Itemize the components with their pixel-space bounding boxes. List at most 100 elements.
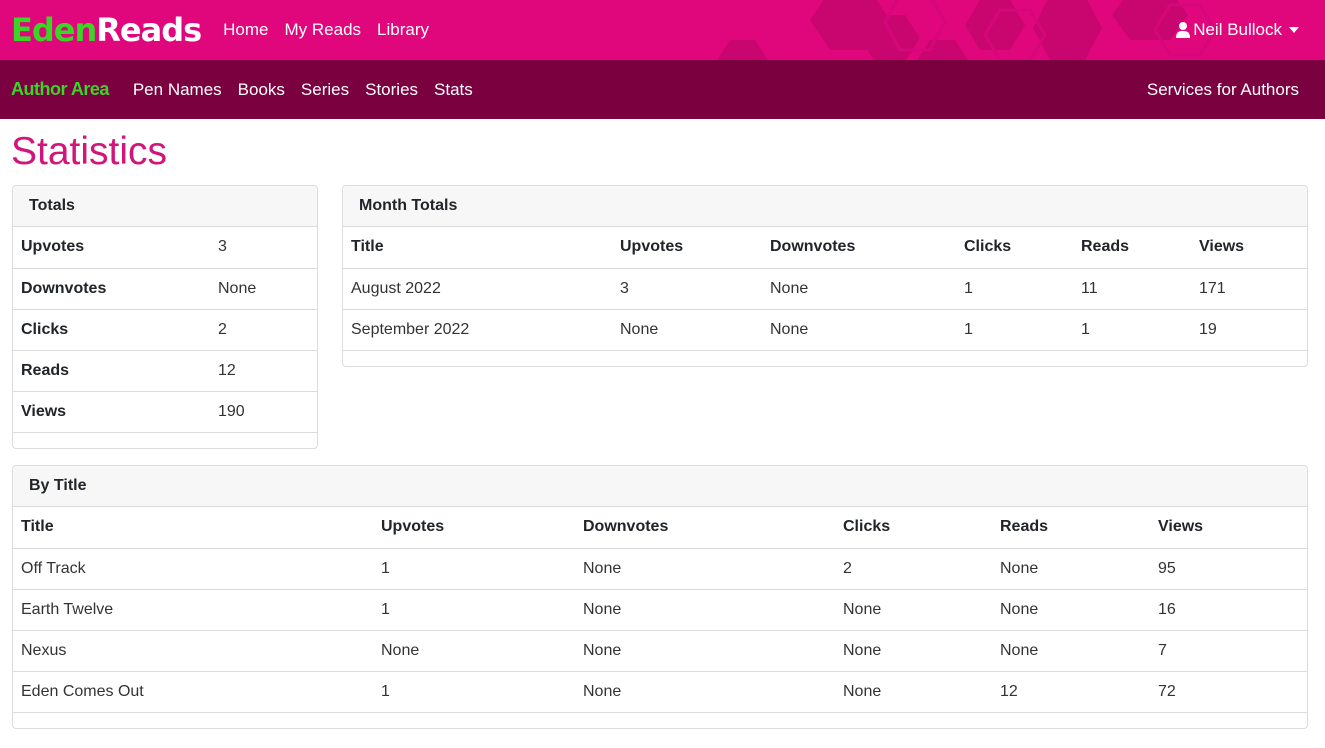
cell: 1 <box>373 589 575 631</box>
cell: September 2022 <box>343 309 612 351</box>
cell: Earth Twelve <box>13 589 373 631</box>
author-area-title[interactable]: Author Area <box>11 79 109 100</box>
cell: None <box>992 548 1150 590</box>
cell: Off Track <box>13 548 373 590</box>
caret-down-icon <box>1289 27 1299 33</box>
nav-books[interactable]: Books <box>238 80 285 100</box>
column-header: Title <box>343 227 612 269</box>
by-title-table: Title Upvotes Downvotes Clicks Reads Vie… <box>13 507 1307 713</box>
totals-label: Clicks <box>13 309 210 351</box>
table-row: Earth Twelve 1 None None None 16 <box>13 589 1307 631</box>
cell: Nexus <box>13 630 373 672</box>
cell: Eden Comes Out <box>13 671 373 713</box>
cell: 1 <box>956 268 1073 310</box>
cell: None <box>373 630 575 672</box>
user-menu[interactable]: Neil Bullock <box>1176 0 1299 60</box>
cell: 1 <box>1073 309 1191 351</box>
nav-stats[interactable]: Stats <box>434 80 473 100</box>
totals-label: Views <box>13 391 210 433</box>
table-header-row: Title Upvotes Downvotes Clicks Reads Vie… <box>343 227 1307 269</box>
by-title-card: By Title Title Upvotes Downvotes Clicks … <box>12 465 1308 729</box>
column-header: Clicks <box>835 507 992 549</box>
author-nav: Pen Names Books Series Stories Stats <box>133 80 489 100</box>
month-totals-table: Title Upvotes Downvotes Clicks Reads Vie… <box>343 227 1307 351</box>
cell: None <box>762 309 956 351</box>
table-row: Eden Comes Out 1 None None 12 72 <box>13 671 1307 713</box>
totals-value: 190 <box>210 391 317 433</box>
cell: 95 <box>1150 548 1307 590</box>
table-row: Views 190 <box>13 391 317 433</box>
cell: None <box>575 548 835 590</box>
cell: None <box>835 589 992 631</box>
cell: 1 <box>956 309 1073 351</box>
totals-value: 12 <box>210 350 317 392</box>
column-header: Title <box>13 507 373 549</box>
nav-stories[interactable]: Stories <box>365 80 418 100</box>
column-header: Downvotes <box>575 507 835 549</box>
table-row: Downvotes None <box>13 268 317 310</box>
cell: August 2022 <box>343 268 612 310</box>
by-title-header: By Title <box>13 466 1307 507</box>
column-header: Downvotes <box>762 227 956 269</box>
cell: 19 <box>1191 309 1307 351</box>
cell: None <box>575 671 835 713</box>
totals-value: 2 <box>210 309 317 351</box>
author-navbar: Author Area Pen Names Books Series Stori… <box>0 60 1325 119</box>
cell: None <box>612 309 762 351</box>
table-row: Clicks 2 <box>13 309 317 351</box>
column-header: Reads <box>992 507 1150 549</box>
cell: None <box>762 268 956 310</box>
table-row: Off Track 1 None 2 None 95 <box>13 548 1307 590</box>
table-row: Reads 12 <box>13 350 317 392</box>
user-name: Neil Bullock <box>1193 20 1282 39</box>
cell: 12 <box>992 671 1150 713</box>
page-title: Statistics <box>11 130 168 173</box>
cell: None <box>835 630 992 672</box>
services-for-authors-link[interactable]: Services for Authors <box>1147 60 1299 119</box>
table-row: Nexus None None None None 7 <box>13 630 1307 672</box>
totals-label: Upvotes <box>13 227 210 269</box>
nav-home[interactable]: Home <box>223 0 268 60</box>
user-icon <box>1176 22 1191 38</box>
top-nav: Home My Reads Library <box>223 0 445 60</box>
cell: None <box>835 671 992 713</box>
table-header-row: Title Upvotes Downvotes Clicks Reads Vie… <box>13 507 1307 549</box>
cell: 1 <box>373 548 575 590</box>
cell: 72 <box>1150 671 1307 713</box>
totals-header: Totals <box>13 186 317 227</box>
totals-label: Reads <box>13 350 210 392</box>
cell: 7 <box>1150 630 1307 672</box>
table-row: August 2022 3 None 1 11 171 <box>343 268 1307 310</box>
column-header: Views <box>1191 227 1307 269</box>
top-navbar: EdenReads Home My Reads Library Neil Bul… <box>0 0 1325 60</box>
cell: 16 <box>1150 589 1307 631</box>
totals-table: Upvotes 3 Downvotes None Clicks 2 Reads … <box>13 227 317 433</box>
nav-series[interactable]: Series <box>301 80 349 100</box>
column-header: Views <box>1150 507 1307 549</box>
nav-library[interactable]: Library <box>377 0 429 60</box>
totals-value: None <box>210 268 317 310</box>
nav-pen-names[interactable]: Pen Names <box>133 80 222 100</box>
column-header: Upvotes <box>612 227 762 269</box>
table-row: September 2022 None None 1 1 19 <box>343 309 1307 351</box>
totals-value: 3 <box>210 227 317 269</box>
cell: None <box>575 589 835 631</box>
cell: None <box>575 630 835 672</box>
table-row: Upvotes 3 <box>13 227 317 269</box>
cell: 11 <box>1073 268 1191 310</box>
totals-card: Totals Upvotes 3 Downvotes None Clicks 2… <box>12 185 318 449</box>
column-header: Reads <box>1073 227 1191 269</box>
totals-label: Downvotes <box>13 268 210 310</box>
cell: None <box>992 630 1150 672</box>
cell: 2 <box>835 548 992 590</box>
cell: 1 <box>373 671 575 713</box>
column-header: Upvotes <box>373 507 575 549</box>
cell: 171 <box>1191 268 1307 310</box>
nav-my-reads[interactable]: My Reads <box>285 0 362 60</box>
eden-reads-logo[interactable]: EdenReads <box>11 0 202 60</box>
cell: 3 <box>612 268 762 310</box>
month-totals-header: Month Totals <box>343 186 1307 227</box>
month-totals-card: Month Totals Title Upvotes Downvotes Cli… <box>342 185 1308 367</box>
column-header: Clicks <box>956 227 1073 269</box>
cell: None <box>992 589 1150 631</box>
